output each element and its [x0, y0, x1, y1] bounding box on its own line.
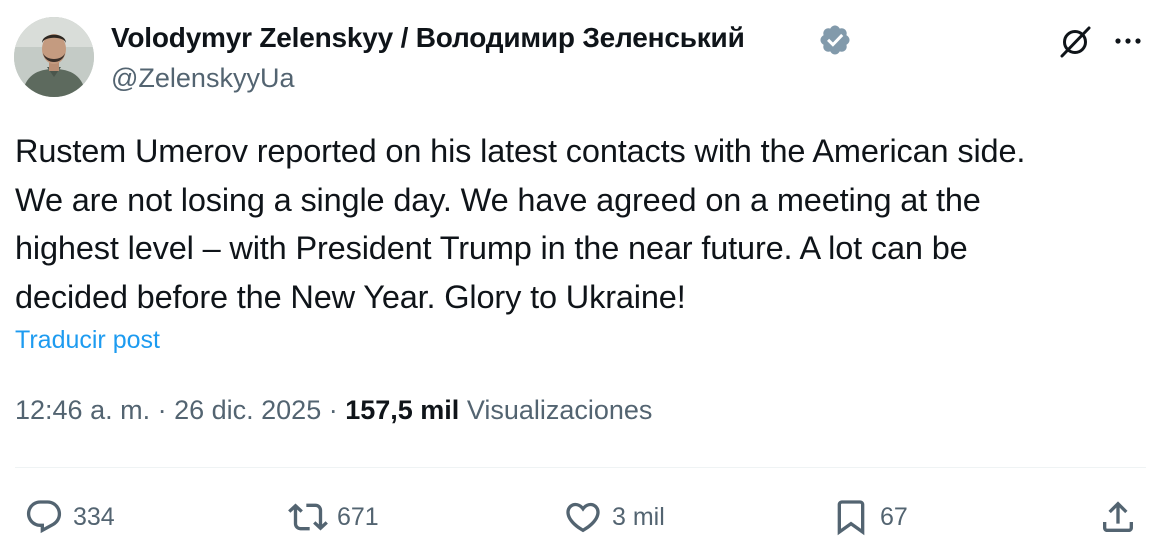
avatar-photo — [14, 17, 94, 97]
share-button[interactable] — [1098, 497, 1138, 537]
share-icon — [1103, 501, 1133, 532]
reply-count: 334 — [73, 502, 115, 531]
tweet-metadata: 12:46 a. m. · 26 dic. 2025 · 157,5 mil V… — [15, 395, 652, 426]
tweet-time[interactable]: 12:46 a. m. — [15, 395, 150, 425]
translate-post-link[interactable]: Traducir post — [15, 326, 160, 355]
avatar[interactable] — [14, 17, 94, 97]
reply-button[interactable]: 334 — [24, 497, 115, 537]
views-count: 157,5 mil — [345, 395, 460, 425]
bookmark-button[interactable]: 67 — [831, 497, 908, 537]
meta-separator: · — [321, 395, 346, 425]
bookmark-count: 67 — [880, 502, 908, 531]
repost-icon — [288, 503, 328, 531]
views-label: Visualizaciones — [466, 395, 653, 425]
like-count: 3 mil — [612, 502, 665, 531]
tweet-date[interactable]: 26 dic. 2025 — [174, 395, 321, 425]
author-handle[interactable]: @ZelenskyyUa — [111, 63, 294, 94]
more-icon[interactable] — [1110, 26, 1146, 56]
like-button[interactable]: 3 mil — [563, 497, 665, 537]
repost-count: 671 — [337, 502, 379, 531]
heart-icon — [566, 502, 600, 533]
repost-button[interactable]: 671 — [288, 497, 379, 537]
verified-badge-icon[interactable] — [818, 23, 852, 57]
reply-icon — [26, 500, 62, 534]
bookmark-icon — [837, 500, 865, 536]
divider — [15, 467, 1146, 468]
meta-separator: · — [150, 395, 175, 425]
author-name[interactable]: Volodymyr Zelenskyy / Володимир Зеленськ… — [111, 22, 745, 54]
tweet: Volodymyr Zelenskyy / Володимир Зеленськ… — [0, 0, 1156, 558]
tweet-text: Rustem Umerov reported on his latest con… — [15, 133, 1026, 315]
grok-icon[interactable] — [1056, 23, 1094, 61]
